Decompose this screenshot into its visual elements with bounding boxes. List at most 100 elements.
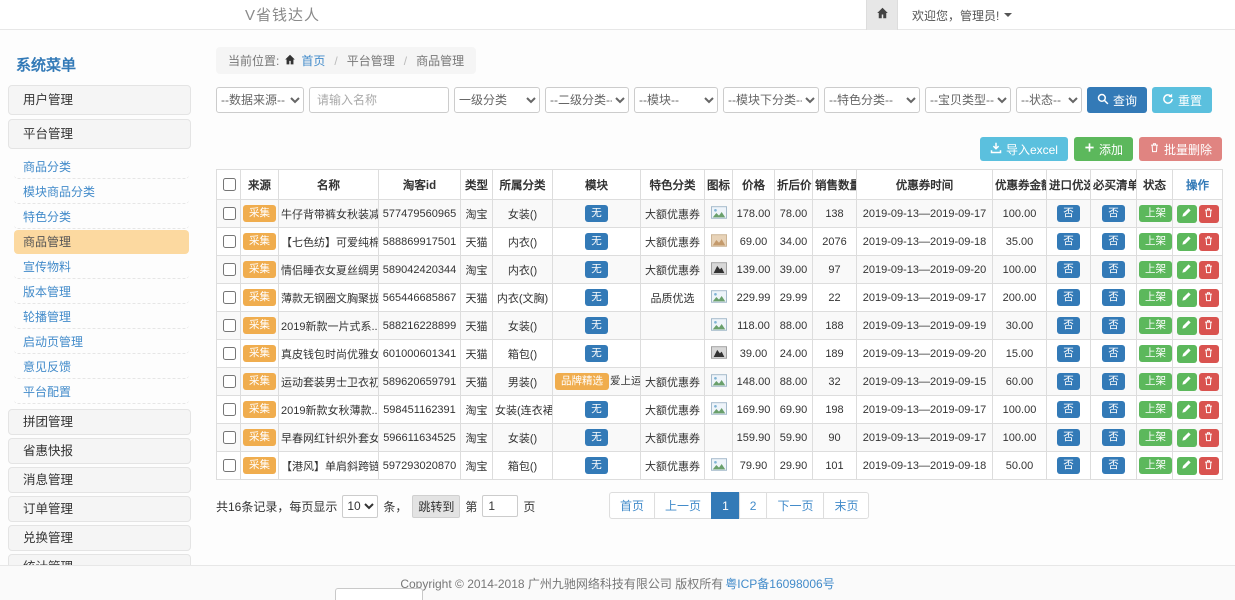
filter-module[interactable]: --模块-- <box>634 87 718 113</box>
row-checkbox[interactable] <box>223 347 236 360</box>
status-toggle[interactable]: 上架 <box>1139 261 1172 277</box>
imported-toggle[interactable]: 否 <box>1057 261 1080 277</box>
sidebar-item-5[interactable]: 商品管理 <box>14 230 189 254</box>
reset-button[interactable]: 重置 <box>1152 87 1212 113</box>
row-checkbox[interactable] <box>223 291 236 304</box>
sidebar-item-3[interactable]: 模块商品分类 <box>14 180 189 204</box>
page-button-2[interactable]: 1 <box>711 492 740 519</box>
must-buy-toggle[interactable]: 否 <box>1102 205 1125 221</box>
delete-button[interactable] <box>1199 317 1219 335</box>
filter-item-type[interactable]: --宝贝类型-- <box>925 87 1011 113</box>
imported-toggle[interactable]: 否 <box>1057 317 1080 333</box>
page-button-1[interactable]: 上一页 <box>654 492 712 519</box>
select-all-checkbox[interactable] <box>223 178 236 191</box>
sidebar-group-12[interactable]: 拼团管理 <box>8 409 191 435</box>
jump-button[interactable]: 跳转到 <box>412 495 460 518</box>
must-buy-toggle[interactable]: 否 <box>1102 261 1125 277</box>
breadcrumb-home-link[interactable]: 首页 <box>301 52 325 69</box>
edit-button[interactable] <box>1177 457 1197 475</box>
delete-button[interactable] <box>1199 373 1219 391</box>
sidebar-item-4[interactable]: 特色分类 <box>14 205 189 229</box>
edit-button[interactable] <box>1177 317 1197 335</box>
status-toggle[interactable]: 上架 <box>1139 457 1172 473</box>
status-toggle[interactable]: 上架 <box>1139 401 1172 417</box>
imported-toggle[interactable]: 否 <box>1057 373 1080 389</box>
page-size-select[interactable]: 10 <box>342 495 378 518</box>
delete-button[interactable] <box>1199 289 1219 307</box>
must-buy-toggle[interactable]: 否 <box>1102 401 1125 417</box>
sidebar-group-13[interactable]: 省惠快报 <box>8 438 191 464</box>
filter-feature-category[interactable]: --特色分类-- <box>824 87 920 113</box>
delete-button[interactable] <box>1199 345 1219 363</box>
module-badge[interactable]: 无 <box>585 429 608 445</box>
status-toggle[interactable]: 上架 <box>1139 289 1172 305</box>
page-button-5[interactable]: 末页 <box>823 492 869 519</box>
sidebar-item-6[interactable]: 宣传物料 <box>14 255 189 279</box>
edit-button[interactable] <box>1177 401 1197 419</box>
row-checkbox[interactable] <box>223 207 236 220</box>
imported-toggle[interactable]: 否 <box>1057 457 1080 473</box>
sidebar-group-16[interactable]: 兑换管理 <box>8 525 191 551</box>
sidebar-item-8[interactable]: 轮播管理 <box>14 305 189 329</box>
row-checkbox[interactable] <box>223 459 236 472</box>
sidebar-group-0[interactable]: 用户管理 <box>8 85 191 115</box>
must-buy-toggle[interactable]: 否 <box>1102 289 1125 305</box>
status-toggle[interactable]: 上架 <box>1139 373 1172 389</box>
module-badge[interactable]: 无 <box>585 233 608 249</box>
imported-toggle[interactable]: 否 <box>1057 429 1080 445</box>
search-button[interactable]: 查询 <box>1087 87 1147 113</box>
status-toggle[interactable]: 上架 <box>1139 317 1172 333</box>
add-button[interactable]: 添加 <box>1074 137 1133 161</box>
must-buy-toggle[interactable]: 否 <box>1102 317 1125 333</box>
edit-button[interactable] <box>1177 289 1197 307</box>
delete-button[interactable] <box>1199 205 1219 223</box>
status-toggle[interactable]: 上架 <box>1139 205 1172 221</box>
row-checkbox[interactable] <box>223 403 236 416</box>
filter-level2-category[interactable]: --二级分类-- <box>545 87 629 113</box>
edit-button[interactable] <box>1177 429 1197 447</box>
module-badge[interactable]: 无 <box>585 401 608 417</box>
status-toggle[interactable]: 上架 <box>1139 233 1172 249</box>
imported-toggle[interactable]: 否 <box>1057 401 1080 417</box>
filter-level1-category[interactable]: 一级分类 <box>454 87 540 113</box>
must-buy-toggle[interactable]: 否 <box>1102 233 1125 249</box>
sidebar-group-1[interactable]: 平台管理 <box>8 119 191 149</box>
edit-button[interactable] <box>1177 233 1197 251</box>
sidebar-item-7[interactable]: 版本管理 <box>14 280 189 304</box>
imported-toggle[interactable]: 否 <box>1057 345 1080 361</box>
module-badge[interactable]: 无 <box>585 345 608 361</box>
filter-module-subcategory[interactable]: --模块下分类-- <box>723 87 819 113</box>
imported-toggle[interactable]: 否 <box>1057 205 1080 221</box>
sidebar-item-9[interactable]: 启动页管理 <box>14 330 189 354</box>
delete-button[interactable] <box>1199 401 1219 419</box>
row-checkbox[interactable] <box>223 375 236 388</box>
edit-button[interactable] <box>1177 205 1197 223</box>
must-buy-toggle[interactable]: 否 <box>1102 345 1125 361</box>
sidebar-item-11[interactable]: 平台配置 <box>14 380 189 404</box>
page-button-0[interactable]: 首页 <box>609 492 655 519</box>
module-badge[interactable]: 无 <box>585 289 608 305</box>
must-buy-toggle[interactable]: 否 <box>1102 373 1125 389</box>
row-checkbox[interactable] <box>223 431 236 444</box>
imported-toggle[interactable]: 否 <box>1057 233 1080 249</box>
edit-button[interactable] <box>1177 345 1197 363</box>
sidebar-group-14[interactable]: 消息管理 <box>8 467 191 493</box>
module-badge[interactable]: 无 <box>585 205 608 221</box>
imported-toggle[interactable]: 否 <box>1057 289 1080 305</box>
module-badge[interactable]: 无 <box>585 317 608 333</box>
sidebar-group-15[interactable]: 订单管理 <box>8 496 191 522</box>
row-checkbox[interactable] <box>223 235 236 248</box>
delete-button[interactable] <box>1199 429 1219 447</box>
edit-button[interactable] <box>1177 373 1197 391</box>
module-badge[interactable]: 无 <box>585 261 608 277</box>
sidebar-group-17[interactable]: 统计管理 <box>8 554 191 565</box>
page-button-3[interactable]: 2 <box>739 492 768 519</box>
name-search-input[interactable] <box>309 87 449 113</box>
user-menu[interactable]: 欢迎您，管理员! <box>912 7 1012 24</box>
row-checkbox[interactable] <box>223 319 236 332</box>
icp-link[interactable]: 粤ICP备16098006号 <box>725 575 834 592</box>
delete-button[interactable] <box>1199 233 1219 251</box>
delete-button[interactable] <box>1199 457 1219 475</box>
home-button[interactable] <box>866 0 898 30</box>
module-badge[interactable]: 无 <box>585 457 608 473</box>
